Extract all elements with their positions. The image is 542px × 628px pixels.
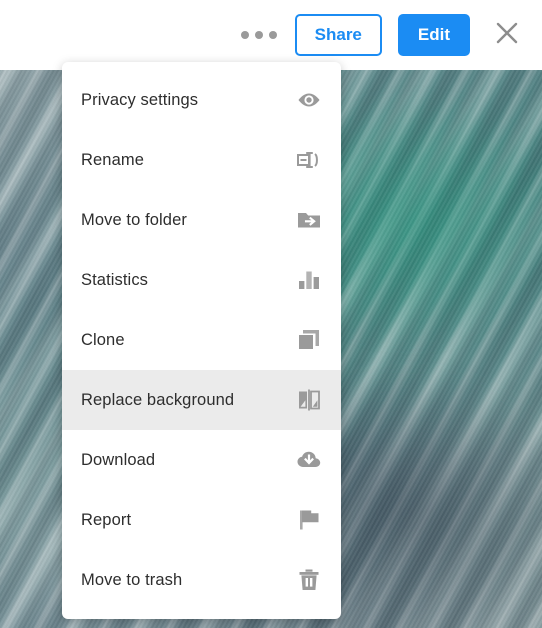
menu-item-move-to-trash[interactable]: Move to trash [62, 550, 341, 610]
trash-icon [295, 566, 323, 594]
app-root: Share Edit Privacy settings Rename Move … [0, 0, 542, 628]
menu-item-label: Privacy settings [81, 90, 199, 109]
menu-item-move-to-folder[interactable]: Move to folder [62, 190, 341, 250]
flag-icon [295, 506, 323, 534]
menu-item-label: Move to folder [81, 210, 187, 229]
more-options-button[interactable] [237, 21, 281, 49]
menu-item-label: Move to trash [81, 570, 183, 589]
menu-item-statistics[interactable]: Statistics [62, 250, 341, 310]
menu-item-label: Rename [81, 150, 144, 169]
menu-item-replace-background[interactable]: Replace background [62, 370, 341, 430]
menu-item-download[interactable]: Download [62, 430, 341, 490]
bar-chart-icon [295, 266, 323, 294]
menu-item-label: Statistics [81, 270, 149, 289]
menu-item-privacy-settings[interactable]: Privacy settings [62, 70, 341, 130]
eye-icon [295, 86, 323, 114]
menu-item-label: Download [81, 450, 156, 469]
menu-item-label: Report [81, 510, 132, 529]
rename-text-icon [295, 146, 323, 174]
context-menu: Privacy settings Rename Move to folder S… [62, 62, 341, 619]
menu-item-report[interactable]: Report [62, 490, 341, 550]
menu-item-label: Replace background [81, 390, 235, 409]
cloud-download-icon [295, 446, 323, 474]
replace-image-icon [295, 386, 323, 414]
edit-button[interactable]: Edit [397, 13, 470, 57]
close-button[interactable] [490, 18, 524, 52]
close-icon [494, 20, 520, 51]
menu-item-clone[interactable]: Clone [62, 310, 341, 370]
folder-arrow-icon [295, 206, 323, 234]
copy-icon [295, 326, 323, 354]
ellipsis-icon [240, 31, 277, 39]
menu-item-label: Clone [81, 330, 125, 349]
menu-item-rename[interactable]: Rename [62, 130, 341, 190]
top-toolbar: Share Edit [0, 0, 542, 70]
share-button[interactable]: Share [294, 13, 382, 57]
